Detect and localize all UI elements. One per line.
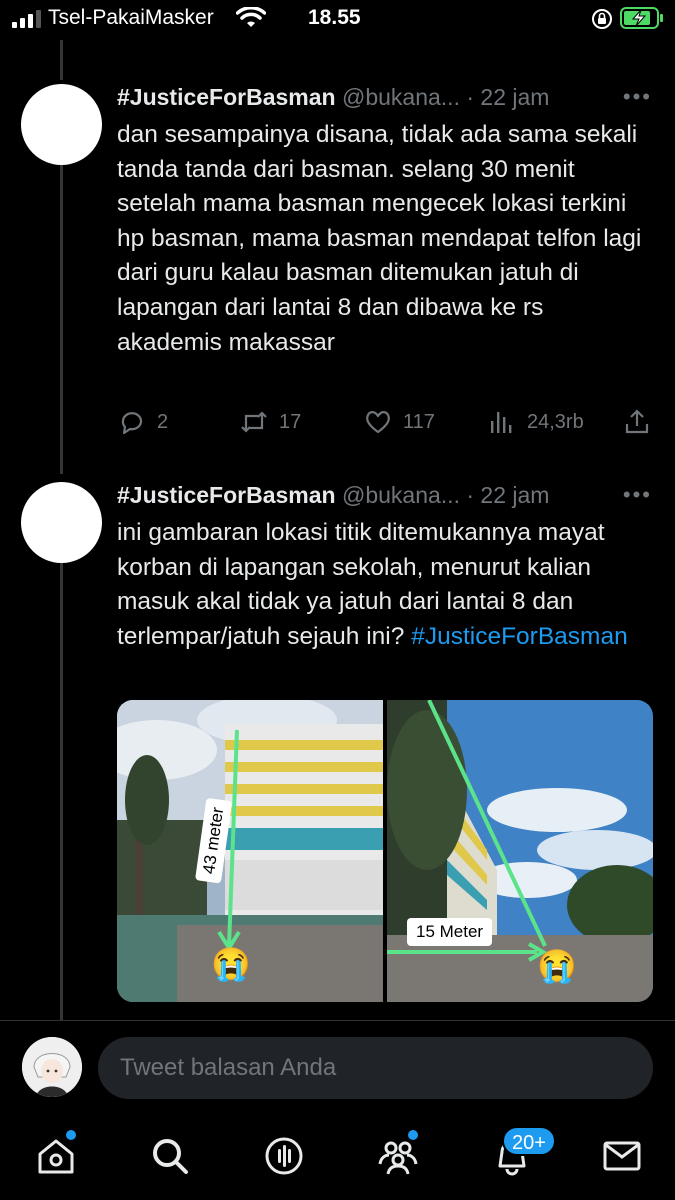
wifi-icon — [236, 7, 266, 27]
share-button[interactable] — [622, 406, 662, 438]
view-count: 24,3rb — [527, 410, 584, 433]
reply-count: 2 — [157, 410, 169, 433]
like-count: 117 — [403, 410, 435, 433]
timestamp[interactable]: 22 jam — [480, 482, 549, 508]
current-user-avatar[interactable] — [22, 1037, 82, 1097]
bottom-nav: 20+ — [0, 1116, 675, 1200]
photo-building-vertical[interactable]: 43 meter 😭 — [117, 700, 383, 1002]
more-icon[interactable]: ••• — [623, 482, 652, 508]
battery-charging-icon — [620, 7, 663, 29]
nav-home[interactable] — [34, 1130, 78, 1178]
tweet-text: dan sesampainya disana, tidak ada sama s… — [117, 121, 642, 356]
crying-emoji: 😭 — [537, 948, 577, 984]
tweet-header: #JusticeForBasman @bukana... · 22 jam — [117, 84, 657, 114]
nav-messages[interactable] — [600, 1134, 644, 1178]
tweet[interactable]: #JusticeForBasman @bukana... · 22 jam ••… — [0, 80, 675, 480]
views-button[interactable]: 24,3rb — [487, 406, 584, 438]
avatar[interactable] — [21, 482, 102, 563]
tweet-media[interactable]: 43 meter 😭 15 Meter 😭 — [117, 700, 653, 1002]
anime-avatar-illustration — [22, 1037, 82, 1097]
thread-line — [60, 40, 63, 80]
nav-search[interactable] — [148, 1134, 192, 1178]
photo-building-distance[interactable]: 15 Meter 😭 — [387, 700, 653, 1002]
reply-composer — [0, 1020, 675, 1116]
analytics-icon — [491, 412, 512, 433]
home-icon — [38, 1139, 74, 1174]
more-icon[interactable]: ••• — [623, 84, 652, 110]
timestamp[interactable]: 22 jam — [480, 84, 549, 110]
clock: 18.55 — [308, 6, 361, 29]
like-button[interactable]: 117 — [363, 406, 435, 438]
reply-button[interactable]: 2 — [117, 406, 168, 438]
carrier-name: Tsel-PakaiMasker — [48, 6, 214, 29]
hashtag-link[interactable]: #JusticeForBasman — [411, 623, 628, 650]
user-handle[interactable]: @bukana... — [342, 482, 460, 508]
status-bar: Tsel-PakaiMasker 18.55 — [0, 0, 675, 40]
retweet-count: 17 — [279, 410, 302, 433]
avatar[interactable] — [21, 84, 102, 165]
separator: · — [466, 84, 475, 110]
nav-spaces[interactable] — [262, 1134, 306, 1178]
tweet-text: ini gambaran lokasi titik ditemukannya m… — [117, 516, 647, 654]
messages-icon — [603, 1141, 641, 1171]
new-content-dot — [408, 1130, 418, 1140]
reply-icon — [121, 412, 143, 435]
search-icon — [153, 1139, 188, 1174]
tweet[interactable]: #JusticeForBasman @bukana... · 22 jam ••… — [0, 478, 675, 1023]
distance-label: 15 Meter — [407, 918, 493, 946]
spaces-icon — [265, 1137, 303, 1175]
retweet-button[interactable]: 17 — [239, 406, 301, 438]
user-handle[interactable]: @bukana... — [342, 84, 460, 110]
nav-communities[interactable] — [376, 1130, 420, 1178]
retweet-icon — [241, 411, 267, 433]
display-name[interactable]: #JusticeForBasman — [117, 482, 336, 508]
heart-icon — [366, 411, 390, 434]
notifications-badge: 20+ — [502, 1126, 556, 1156]
new-content-dot — [66, 1130, 76, 1140]
crying-emoji: 😭 — [211, 946, 251, 982]
signal-icon — [12, 10, 41, 28]
tweet-actions: 2 17 117 24,3rb — [117, 402, 657, 442]
separator: · — [466, 482, 475, 508]
tweet-header: #JusticeForBasman @bukana... · 22 jam — [117, 482, 657, 512]
display-name[interactable]: #JusticeForBasman — [117, 84, 336, 110]
communities-icon — [378, 1141, 418, 1175]
orientation-lock-icon — [592, 9, 612, 29]
field-photo-illustration — [387, 700, 653, 1002]
reply-input[interactable] — [98, 1037, 653, 1099]
share-icon — [625, 409, 649, 434]
